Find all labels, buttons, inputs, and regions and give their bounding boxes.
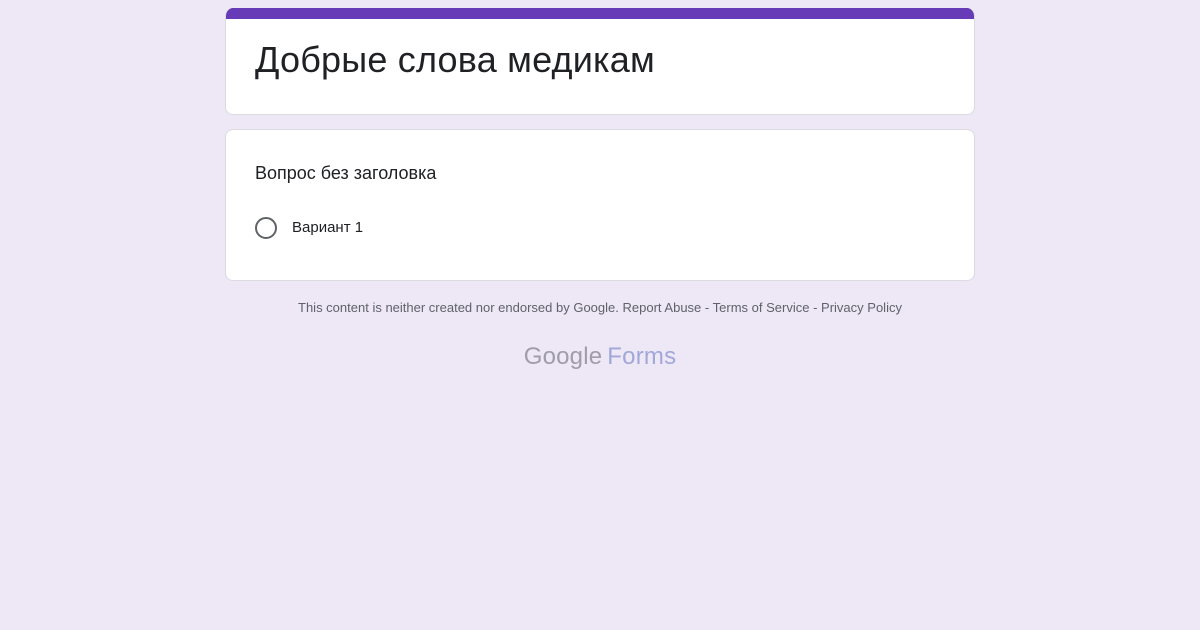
google-wordmark: Google [523,343,603,370]
radio-option-label: Вариант 1 [292,219,364,236]
terms-link[interactable]: Terms of Service [713,300,810,315]
radio-button-icon[interactable] [255,217,277,239]
form-accent-bar [226,8,974,19]
google-forms-logo[interactable]: Google Forms [0,342,1200,372]
footer-disclaimer: This content is neither created nor endo… [0,299,1200,317]
form-container: Добрые слова медикам Вопрос без заголовк… [225,8,975,281]
form-title: Добрые слова медикам [255,39,655,80]
footer-separator-1: - [704,300,710,315]
footer-separator-2: - [813,300,818,315]
question-title: Вопрос без заголовка [255,163,437,183]
disclaimer-text: This content is neither created nor endo… [298,300,619,315]
forms-wordmark: Forms [607,343,677,370]
radio-option-1[interactable]: Вариант 1 [255,217,363,239]
privacy-link[interactable]: Privacy Policy [821,300,902,315]
form-header-card: Добрые слова медикам [225,8,975,115]
report-abuse-link[interactable]: Report Abuse [623,300,702,315]
question-card: Вопрос без заголовка Вариант 1 [225,129,975,281]
